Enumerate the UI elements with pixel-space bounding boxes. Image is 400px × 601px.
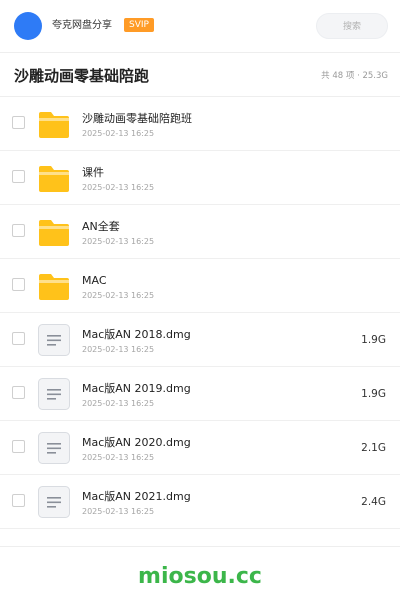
item-date: 2025-02-13 16:25 [82, 129, 155, 138]
page-title: 沙雕动画零基础陪跑 [14, 67, 150, 85]
folder-title-bar: 沙雕动画零基础陪跑 共 48 项 · 25.3G [0, 53, 400, 97]
item-size: 1.9G [361, 334, 386, 346]
select-checkbox[interactable] [12, 332, 25, 345]
document-icon [37, 323, 71, 357]
item-name: Mac版AN 2021.dmg [82, 490, 191, 503]
list-item[interactable]: Mac版AN 2021.dmg 2025-02-13 16:25 2.4G [0, 475, 400, 529]
document-icon [37, 431, 71, 465]
item-date: 2025-02-13 16:25 [82, 345, 155, 354]
select-checkbox[interactable] [12, 440, 25, 453]
list-item[interactable]: Mac版AN 2020.dmg 2025-02-13 16:25 2.1G [0, 421, 400, 475]
list-item[interactable]: Mac版AN 2019.dmg 2025-02-13 16:25 1.9G [0, 367, 400, 421]
item-size: 1.9G [361, 388, 386, 400]
list-item[interactable]: AN全套 2025-02-13 16:25 [0, 205, 400, 259]
item-size: 2.4G [361, 496, 386, 508]
select-checkbox[interactable] [12, 170, 25, 183]
search-input[interactable]: 搜索 [316, 13, 388, 39]
list-item[interactable]: MAC 2025-02-13 16:25 [0, 259, 400, 313]
item-date: 2025-02-13 16:25 [82, 183, 155, 192]
item-name: 沙雕动画零基础陪跑班 [82, 112, 192, 125]
item-name: Mac版AN 2019.dmg [82, 382, 191, 395]
document-icon [37, 485, 71, 519]
footer: miosou.cc [0, 546, 400, 601]
folder-icon [37, 107, 71, 141]
item-name: Mac版AN 2018.dmg [82, 328, 191, 341]
folder-icon [37, 161, 71, 195]
item-date: 2025-02-13 16:25 [82, 399, 155, 408]
total-size: 25.3G [362, 71, 388, 81]
list-item[interactable]: 沙雕动画零基础陪跑班 2025-02-13 16:25 [0, 97, 400, 151]
meta-separator: · [357, 71, 360, 81]
item-date: 2025-02-13 16:25 [82, 453, 155, 462]
app-name: 夸克网盘分享 [52, 20, 112, 31]
item-name: Mac版AN 2020.dmg [82, 436, 191, 449]
item-date: 2025-02-13 16:25 [82, 291, 155, 300]
item-name: AN全套 [82, 220, 120, 233]
item-name: 课件 [82, 166, 104, 179]
item-name: MAC [82, 274, 107, 287]
select-checkbox[interactable] [12, 386, 25, 399]
item-date: 2025-02-13 16:25 [82, 507, 155, 516]
svip-badge: SVIP [124, 18, 154, 32]
select-checkbox[interactable] [12, 494, 25, 507]
folder-icon [37, 269, 71, 303]
select-checkbox[interactable] [12, 116, 25, 129]
watermark: miosou.cc [138, 564, 262, 589]
list-item[interactable]: Mac版AN 2018.dmg 2025-02-13 16:25 1.9G [0, 313, 400, 367]
select-checkbox[interactable] [12, 224, 25, 237]
select-checkbox[interactable] [12, 278, 25, 291]
list-item[interactable]: 课件 2025-02-13 16:25 [0, 151, 400, 205]
avatar[interactable] [14, 12, 42, 40]
item-count: 共 48 项 [321, 71, 355, 81]
header: 夸克网盘分享 SVIP 搜索 [0, 0, 400, 53]
item-date: 2025-02-13 16:25 [82, 237, 155, 246]
folder-meta: 共 48 项 · 25.3G [321, 70, 388, 82]
folder-icon [37, 215, 71, 249]
document-icon [37, 377, 71, 411]
file-list: 沙雕动画零基础陪跑班 2025-02-13 16:25 课件 2025-02-1… [0, 97, 400, 529]
item-size: 2.1G [361, 442, 386, 454]
